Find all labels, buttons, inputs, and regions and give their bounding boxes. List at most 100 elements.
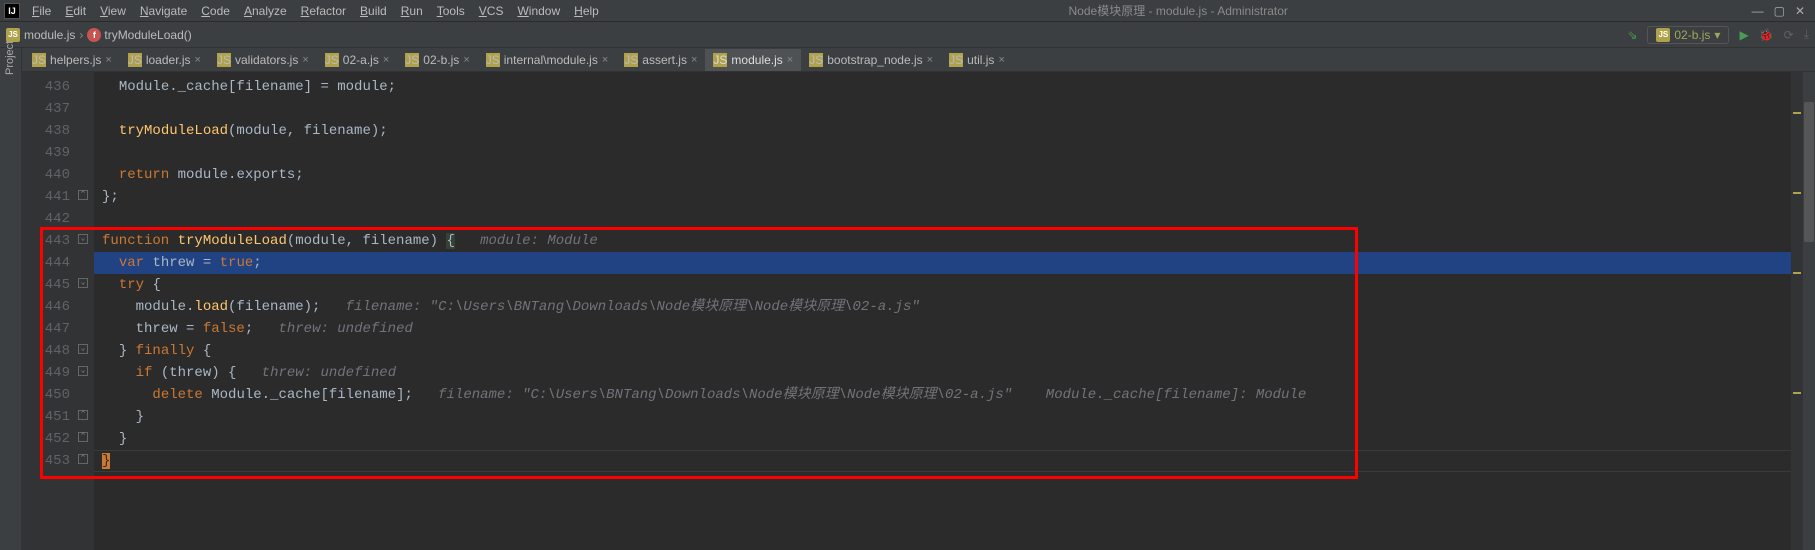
- js-file-icon: JS: [949, 53, 963, 67]
- line-number[interactable]: 440: [22, 164, 94, 186]
- code-line[interactable]: return module.exports;: [94, 164, 1791, 186]
- code-line[interactable]: }: [94, 450, 1791, 472]
- build-icon[interactable]: ⇘: [1627, 28, 1637, 42]
- line-number[interactable]: 450: [22, 384, 94, 406]
- tab-helpers-js[interactable]: JShelpers.js×: [24, 49, 120, 71]
- close-icon[interactable]: ×: [787, 54, 793, 66]
- code-line[interactable]: } finally {: [94, 340, 1791, 362]
- tab-02-b-js[interactable]: JS02-b.js×: [397, 49, 477, 71]
- update-button[interactable]: ⤓: [1804, 27, 1809, 42]
- code-line[interactable]: [94, 98, 1791, 120]
- menu-item-edit[interactable]: Edit: [59, 2, 92, 20]
- menu-item-navigate[interactable]: Navigate: [134, 2, 193, 20]
- tab-bootstrap_node-js[interactable]: JSbootstrap_node.js×: [801, 49, 941, 71]
- close-icon[interactable]: ×: [602, 54, 608, 66]
- line-number[interactable]: 436: [22, 76, 94, 98]
- line-number[interactable]: 439: [22, 142, 94, 164]
- code-area[interactable]: Module._cache[filename] = module; tryMod…: [94, 72, 1791, 550]
- fold-icon[interactable]: ⌄: [78, 344, 88, 354]
- menu-item-vcs[interactable]: VCS: [473, 2, 510, 20]
- code-line[interactable]: tryModuleLoad(module, filename);: [94, 120, 1791, 142]
- tab-loader-js[interactable]: JSloader.js×: [120, 49, 209, 71]
- fold-icon[interactable]: ⌄: [78, 234, 88, 244]
- close-icon[interactable]: ×: [383, 54, 389, 66]
- line-number[interactable]: 437: [22, 98, 94, 120]
- tab-util-js[interactable]: JSutil.js×: [941, 49, 1013, 71]
- fold-icon[interactable]: ⌄: [78, 278, 88, 288]
- line-number[interactable]: 446: [22, 296, 94, 318]
- breadcrumb-file[interactable]: module.js: [24, 28, 75, 42]
- debug-button[interactable]: 🐞: [1759, 28, 1774, 42]
- line-number[interactable]: 451⌃: [22, 406, 94, 428]
- menu-item-view[interactable]: View: [94, 2, 132, 20]
- code-line[interactable]: function tryModuleLoad(module, filename)…: [94, 230, 1791, 252]
- project-tool-button[interactable]: Project: [4, 61, 16, 78]
- code-line[interactable]: try {: [94, 274, 1791, 296]
- fold-icon[interactable]: ⌃: [78, 190, 88, 200]
- js-file-icon: JS: [624, 53, 638, 67]
- maximize-button[interactable]: ▢: [1774, 4, 1785, 18]
- code-line[interactable]: module.load(filename); filename: "C:\Use…: [94, 296, 1791, 318]
- breadcrumb-method-label: tryModuleLoad(): [104, 28, 191, 42]
- tab-02-a-js[interactable]: JS02-a.js×: [317, 49, 397, 71]
- menu-item-tools[interactable]: Tools: [431, 2, 471, 20]
- coverage-button[interactable]: ⟳: [1784, 28, 1794, 42]
- app-icon: IJ: [4, 3, 20, 19]
- fold-icon[interactable]: ⌄: [78, 366, 88, 376]
- line-number[interactable]: 447: [22, 318, 94, 340]
- close-icon[interactable]: ×: [105, 54, 111, 66]
- fold-icon[interactable]: ⌃: [78, 410, 88, 420]
- tab-assert-js[interactable]: JSassert.js×: [616, 49, 705, 71]
- close-icon[interactable]: ×: [302, 54, 308, 66]
- code-line[interactable]: [94, 142, 1791, 164]
- line-number[interactable]: 445⌄: [22, 274, 94, 296]
- close-button[interactable]: ✕: [1795, 4, 1805, 18]
- menu-item-window[interactable]: Window: [511, 2, 566, 20]
- tab-module-js[interactable]: JSmodule.js×: [705, 49, 801, 71]
- fold-icon[interactable]: ⌃: [78, 454, 88, 464]
- line-number[interactable]: 452⌃: [22, 428, 94, 450]
- tab-label: bootstrap_node.js: [827, 53, 922, 67]
- line-number[interactable]: 442: [22, 208, 94, 230]
- code-line[interactable]: }: [94, 428, 1791, 450]
- menu-item-refactor[interactable]: Refactor: [295, 2, 352, 20]
- line-number[interactable]: 443⌄: [22, 230, 94, 252]
- close-icon[interactable]: ×: [195, 54, 201, 66]
- menu-item-file[interactable]: File: [26, 2, 57, 20]
- scrollbar-thumb[interactable]: [1804, 102, 1814, 242]
- code-line[interactable]: threw = false; threw: undefined: [94, 318, 1791, 340]
- line-number[interactable]: 448⌄: [22, 340, 94, 362]
- breadcrumb-method[interactable]: f tryModuleLoad(): [87, 28, 191, 42]
- line-number[interactable]: 441⌃: [22, 186, 94, 208]
- code-line[interactable]: };: [94, 186, 1791, 208]
- line-number[interactable]: 438: [22, 120, 94, 142]
- menu-item-analyze[interactable]: Analyze: [238, 2, 293, 20]
- close-icon[interactable]: ×: [463, 54, 469, 66]
- code-line[interactable]: var threw = true;: [94, 252, 1791, 274]
- close-icon[interactable]: ×: [927, 54, 933, 66]
- close-icon[interactable]: ×: [691, 54, 697, 66]
- tab-validators-js[interactable]: JSvalidators.js×: [209, 49, 317, 71]
- fold-icon[interactable]: ⌃: [78, 432, 88, 442]
- error-stripe[interactable]: [1791, 72, 1803, 550]
- line-number[interactable]: 444: [22, 252, 94, 274]
- code-line[interactable]: [94, 208, 1791, 230]
- code-line[interactable]: delete Module._cache[filename]; filename…: [94, 384, 1791, 406]
- code-line[interactable]: }: [94, 406, 1791, 428]
- minimize-button[interactable]: —: [1752, 4, 1764, 18]
- tab-internal-module-js[interactable]: JSinternal\module.js×: [478, 49, 617, 71]
- close-icon[interactable]: ×: [998, 54, 1004, 66]
- menu-item-help[interactable]: Help: [568, 2, 605, 20]
- code-line[interactable]: if (threw) { threw: undefined: [94, 362, 1791, 384]
- run-button[interactable]: ▶: [1739, 28, 1748, 42]
- menu-item-build[interactable]: Build: [354, 2, 393, 20]
- line-number[interactable]: 449⌄: [22, 362, 94, 384]
- menu-item-run[interactable]: Run: [395, 2, 429, 20]
- code-line[interactable]: Module._cache[filename] = module;: [94, 76, 1791, 98]
- line-number[interactable]: 453⌃: [22, 450, 94, 472]
- chevron-right-icon: ›: [79, 28, 83, 42]
- run-config-selector[interactable]: JS 02-b.js ▾: [1647, 26, 1729, 44]
- js-file-icon: JS: [128, 53, 142, 67]
- menu-item-code[interactable]: Code: [195, 2, 236, 20]
- vertical-scrollbar[interactable]: [1803, 72, 1815, 550]
